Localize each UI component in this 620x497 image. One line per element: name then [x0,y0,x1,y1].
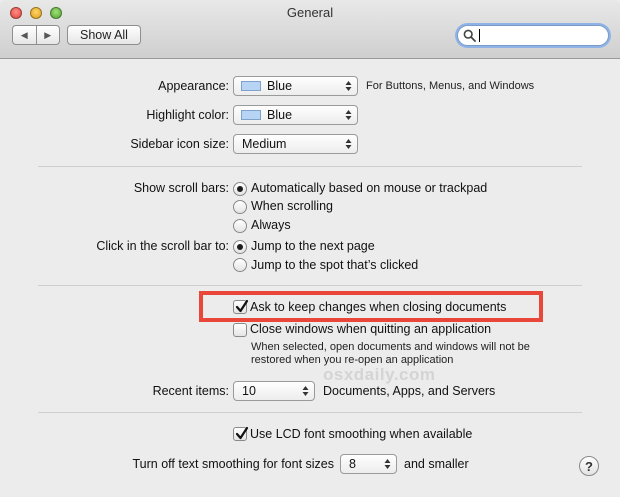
appearance-value: Blue [267,79,293,93]
ask-keep-changes-checkbox[interactable] [233,299,249,314]
window-title: General [286,5,334,20]
text-smoothing-size-popup[interactable]: 8 [340,454,397,474]
close-windows-label: Close windows when quitting an applicati… [250,322,492,336]
text-smoothing-size-value: 8 [349,457,356,471]
scroll-bars-always-radio[interactable] [233,219,247,233]
scroll-bars-when-scrolling-label: When scrolling [251,199,333,213]
recent-items-suffix: Documents, Apps, and Servers [323,384,496,398]
popup-arrows-icon [302,386,309,396]
popup-arrows-icon [345,139,352,149]
help-button[interactable]: ? [579,456,599,476]
highlight-color-value: Blue [267,108,293,122]
text-smoothing-suffix: and smaller [404,457,469,471]
scroll-bars-automatic-radio[interactable] [233,182,247,196]
appearance-label: Appearance: [158,79,229,93]
checkmark-icon [235,299,249,313]
preferences-window: General ◀ ▶ Show All Appearance: Blue Fo… [0,0,620,497]
jump-next-page-radio[interactable] [233,240,247,254]
search-icon [463,29,476,42]
search-field[interactable] [457,25,609,46]
appearance-popup[interactable]: Blue [233,76,358,96]
jump-next-page-label: Jump to the next page [251,239,375,253]
popup-arrows-icon [345,81,352,91]
sidebar-icon-size-label: Sidebar icon size: [130,137,229,151]
scroll-bars-always-label: Always [251,218,291,232]
back-arrow-icon: ◀ [20,29,28,40]
show-all-button[interactable]: Show All [67,25,141,45]
recent-items-label: Recent items: [152,384,229,398]
scroll-bars-automatic-label: Automatically based on mouse or trackpad [251,181,488,195]
back-button[interactable]: ◀ [13,26,36,44]
ask-keep-changes-label: Ask to keep changes when closing documen… [250,300,507,314]
lcd-smoothing-label: Use LCD font smoothing when available [250,427,473,441]
appearance-note: For Buttons, Menus, and Windows [366,80,535,92]
appearance-color-swatch [241,81,261,91]
highlight-color-swatch [241,110,261,120]
recent-items-popup[interactable]: 10 [233,381,315,401]
click-scroll-bar-label: Click in the scroll bar to: [96,239,229,253]
close-windows-checkbox[interactable] [233,323,247,337]
search-input[interactable] [478,27,600,44]
show-scroll-bars-label: Show scroll bars: [133,181,229,195]
forward-button[interactable]: ▶ [35,26,60,44]
section-divider [38,285,582,286]
back-forward-control: ◀ ▶ [12,25,60,45]
section-divider [38,412,582,413]
highlight-color-label: Highlight color: [146,108,229,122]
forward-arrow-icon: ▶ [44,29,52,40]
scroll-bars-when-scrolling-radio[interactable] [233,200,247,214]
jump-spot-clicked-radio[interactable] [233,258,247,272]
sidebar-icon-size-value: Medium [242,137,287,151]
watermark: osxdaily.com [323,365,436,384]
popup-arrows-icon [384,459,391,469]
section-divider [38,166,582,167]
jump-spot-clicked-label: Jump to the spot that’s clicked [251,258,419,272]
recent-items-value: 10 [242,384,256,398]
lcd-smoothing-checkbox[interactable] [233,426,249,441]
close-windows-note-line1: When selected, open documents and window… [251,341,530,353]
text-cursor [479,29,480,42]
sidebar-icon-size-popup[interactable]: Medium [233,134,358,154]
help-icon: ? [585,458,593,474]
highlight-color-popup[interactable]: Blue [233,105,358,125]
popup-arrows-icon [345,110,352,120]
text-smoothing-label: Turn off text smoothing for font sizes [132,457,334,471]
checkmark-icon [235,426,249,440]
title-bar: General ◀ ▶ Show All [0,0,620,59]
